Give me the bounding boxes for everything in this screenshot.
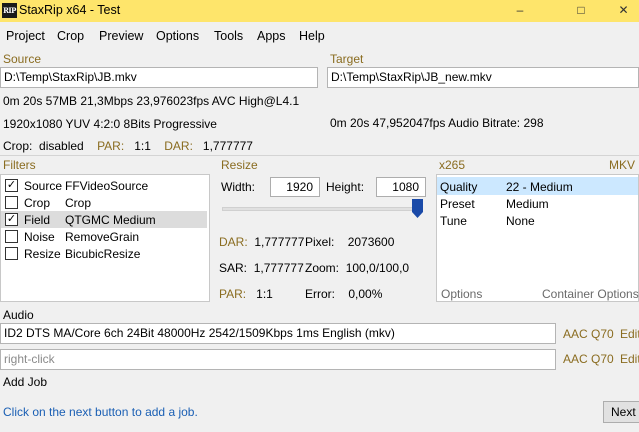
filters-header: Filters	[3, 158, 36, 172]
filter-name: QTGMC Medium	[65, 213, 156, 227]
pixel-label: Pixel:	[305, 235, 335, 249]
audio-track1-profile[interactable]: AAC Q70	[563, 327, 614, 341]
filter-checkbox[interactable]	[5, 247, 18, 260]
container-options-link[interactable]: Container Options	[542, 287, 639, 301]
encoder-row-label: Preset	[440, 197, 475, 211]
filter-checkbox[interactable]: ✓	[5, 213, 18, 226]
menu-options[interactable]: Options	[156, 29, 199, 43]
add-job-header: Add Job	[3, 375, 48, 389]
encoder-options-list[interactable]: Quality 22 - Medium Preset Medium Tune N…	[436, 174, 639, 302]
filter-row-noise[interactable]: Noise RemoveGrain	[1, 228, 207, 245]
audio-track2-field[interactable]: right-click	[0, 349, 556, 370]
resize-sar-line: SAR: 1,777777	[219, 261, 304, 275]
source-par-value: 1:1	[134, 139, 151, 153]
crop-value: disabled	[39, 139, 84, 153]
target-info-line[interactable]: 0m 20s 47,952047fps Audio Bitrate: 298	[330, 116, 544, 130]
filter-name: BicubicResize	[65, 247, 141, 261]
minimize-button[interactable]: –	[497, 0, 543, 22]
next-button[interactable]: Next	[603, 401, 639, 423]
container-header[interactable]: MKV	[609, 158, 635, 172]
pixel-value: 2073600	[347, 235, 395, 249]
menu-crop[interactable]: Crop	[57, 29, 84, 43]
height-input[interactable]: 1080	[376, 177, 426, 197]
error-value: 0,00%	[348, 287, 383, 301]
app-icon: RIP	[2, 3, 17, 18]
sar-value: 1,777777	[253, 261, 304, 275]
resize-pixel-line: Pixel: 2073600	[305, 235, 394, 249]
audio-track1-field[interactable]: ID2 DTS MA/Core 6ch 24Bit 48000Hz 2542/1…	[0, 323, 556, 344]
encoder-row-value: None	[506, 214, 535, 228]
resize-dar-value: 1,777777	[254, 235, 305, 249]
resize-par-label: PAR:	[219, 287, 247, 301]
source-header: Source	[3, 52, 42, 66]
encoder-row-value: 22 - Medium	[506, 180, 573, 194]
filter-row-resize[interactable]: Resize BicubicResize	[1, 245, 207, 262]
filter-name: RemoveGrain	[65, 230, 140, 244]
filter-category: Source	[24, 179, 63, 193]
zoom-value: 100,0/100,0	[345, 261, 410, 275]
crop-label: Crop:	[3, 139, 33, 153]
menu-project[interactable]: Project	[6, 29, 45, 43]
section-divider	[0, 155, 639, 156]
resize-par-line: PAR: 1:1	[219, 287, 273, 301]
menu-apps[interactable]: Apps	[257, 29, 286, 43]
encoder-header[interactable]: x265	[439, 158, 465, 172]
add-job-hint: Click on the next button to add a job.	[3, 405, 198, 419]
encoder-row-value: Medium	[506, 197, 549, 211]
audio-track1-edit[interactable]: Edit	[620, 327, 639, 341]
filter-category: Field	[24, 213, 51, 227]
width-input[interactable]: 1920	[270, 177, 320, 197]
close-button[interactable]: ✕	[608, 0, 639, 22]
height-label: Height:	[326, 180, 365, 194]
encoder-row-label: Quality	[440, 180, 478, 194]
filter-checkbox[interactable]	[5, 230, 18, 243]
audio-track2-profile[interactable]: AAC Q70	[563, 352, 614, 366]
resize-header: Resize	[221, 158, 258, 172]
filter-category: Noise	[24, 230, 55, 244]
zoom-label: Zoom:	[305, 261, 340, 275]
target-header: Target	[330, 52, 364, 66]
error-label: Error:	[305, 287, 335, 301]
filter-checkbox[interactable]: ✓	[5, 179, 18, 192]
filter-row-source[interactable]: ✓ Source FFVideoSource	[1, 177, 207, 194]
resize-dar-label: DAR:	[219, 235, 248, 249]
target-path-field[interactable]: D:\Temp\StaxRip\JB_new.mkv	[327, 67, 639, 88]
encoder-row-tune[interactable]: Tune None	[437, 213, 638, 231]
width-label: Width:	[221, 180, 256, 194]
source-info-line2[interactable]: 1920x1080 YUV 4:2:0 8Bits Progressive	[3, 117, 217, 131]
filter-row-field[interactable]: ✓ Field QTGMC Medium	[1, 211, 207, 228]
resize-slider-track[interactable]	[222, 207, 422, 211]
filter-category: Crop	[24, 196, 51, 210]
resize-dar-line: DAR: 1,777777	[219, 235, 304, 249]
menu-preview[interactable]: Preview	[99, 29, 143, 43]
resize-slider-thumb[interactable]	[412, 199, 423, 218]
source-dar-value: 1,777777	[202, 139, 253, 153]
source-dar-label: DAR:	[164, 139, 193, 153]
source-path-field[interactable]: D:\Temp\StaxRip\JB.mkv	[0, 67, 318, 88]
sar-label: SAR:	[219, 261, 248, 275]
window-title: StaxRip x64 - Test	[19, 3, 121, 17]
filter-name: Crop	[65, 196, 92, 210]
encoder-row-label: Tune	[440, 214, 467, 228]
encoder-row-quality[interactable]: Quality 22 - Medium	[437, 177, 638, 195]
filter-row-crop[interactable]: Crop Crop	[1, 194, 207, 211]
resize-zoom-line: Zoom: 100,0/100,0	[305, 261, 409, 275]
filter-category: Resize	[24, 247, 61, 261]
resize-error-line: Error: 0,00%	[305, 287, 382, 301]
filter-name: FFVideoSource	[65, 179, 149, 193]
source-par-label: PAR:	[97, 139, 125, 153]
audio-header: Audio	[3, 308, 34, 322]
filters-list[interactable]: ✓ Source FFVideoSource Crop Crop ✓ Field…	[0, 174, 210, 302]
audio-track2-edit[interactable]: Edit	[620, 352, 639, 366]
source-crop-line[interactable]: Crop: disabled PAR: 1:1 DAR: 1,777777	[3, 139, 253, 153]
filter-checkbox[interactable]	[5, 196, 18, 209]
encoder-options-link[interactable]: Options	[441, 287, 482, 301]
source-info-line1[interactable]: 0m 20s 57MB 21,3Mbps 23,976023fps AVC Hi…	[3, 94, 299, 108]
encoder-row-preset[interactable]: Preset Medium	[437, 195, 638, 213]
resize-par-value: 1:1	[256, 287, 273, 301]
menu-tools[interactable]: Tools	[214, 29, 243, 43]
maximize-button[interactable]: □	[558, 0, 604, 22]
menu-help[interactable]: Help	[299, 29, 325, 43]
